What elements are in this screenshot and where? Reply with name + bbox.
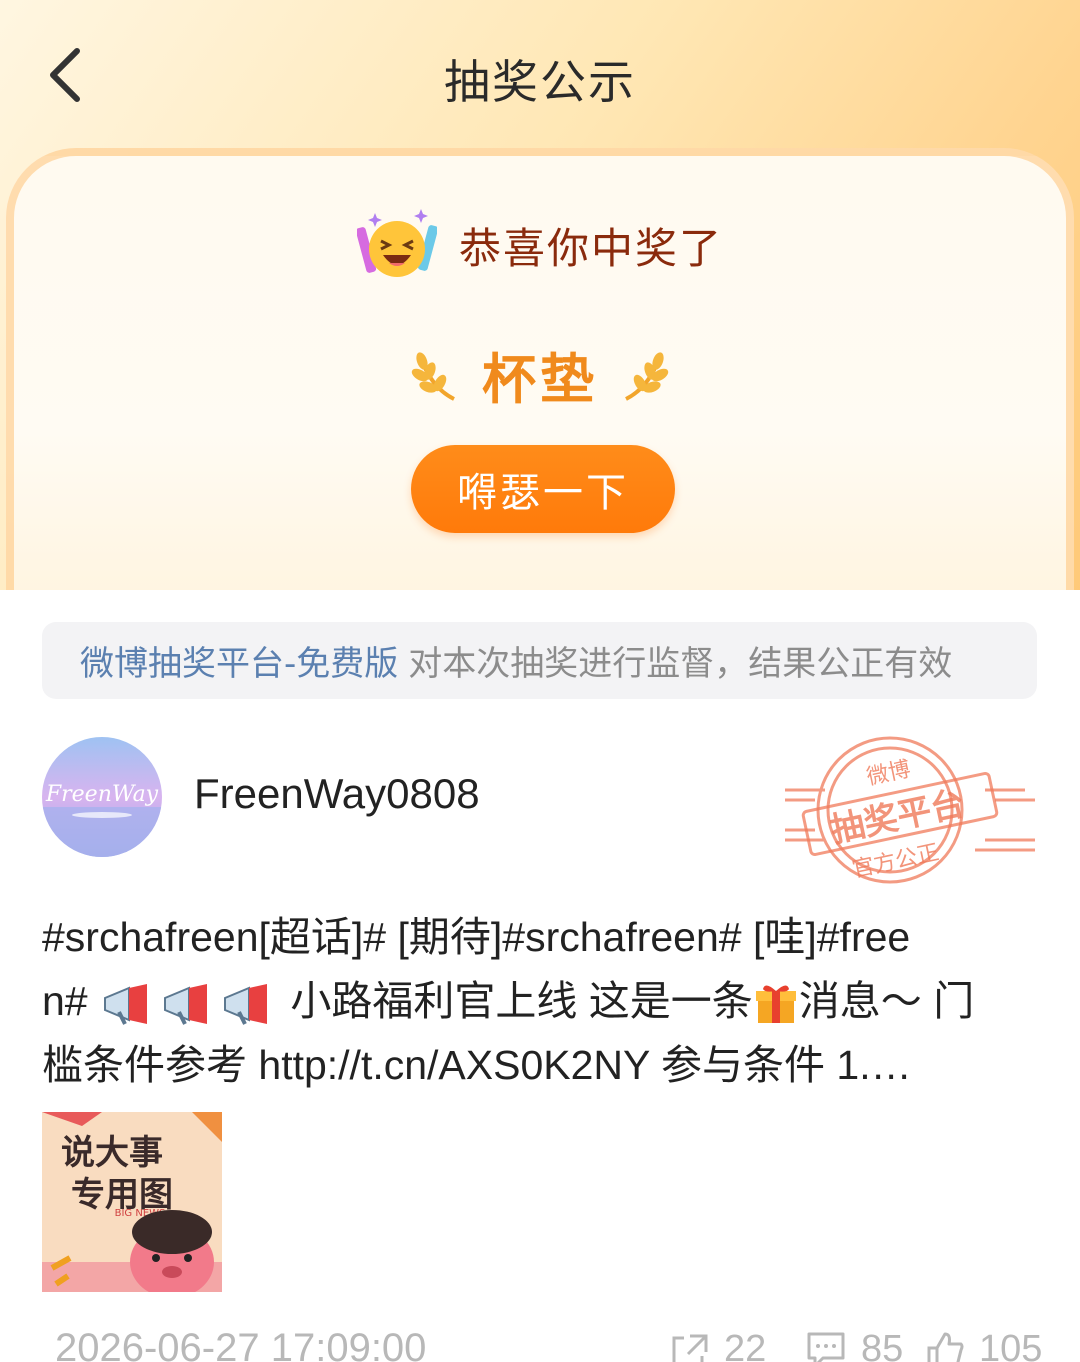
share-icon <box>672 1334 708 1362</box>
post-line-1: #srchafreen[超话]# [期待]#srchafreen# [哇]#fr… <box>42 914 911 960</box>
post-image[interactable]: 说大事 专用图 BIG NEWS <box>42 1112 222 1292</box>
svg-text:官方公正: 官方公正 <box>850 840 941 883</box>
navigation-bar: 抽奖公示 <box>0 0 1080 150</box>
platform-link[interactable]: 微博抽奖平台-免费版 <box>80 636 398 685</box>
official-stamp: 微博 抽奖平台 官方公正 <box>785 736 1035 884</box>
username[interactable]: FreenWay0808 <box>194 770 480 818</box>
post-content[interactable]: #srchafreen[超话]# [期待]#srchafreen# [哇]#fr… <box>42 905 1042 1097</box>
notice-text: 对本次抽奖进行监督，结果公正有效 <box>408 644 953 684</box>
gift-icon <box>755 985 796 1024</box>
wheat-laurel-right-icon <box>625 351 669 401</box>
congrats-text: 恭喜你中奖了 <box>458 223 723 273</box>
share-button[interactable]: 22 <box>670 1328 766 1362</box>
post-line-2: n# 小路福利官上线 这是一条 消息～ 门 <box>42 969 1042 1033</box>
megaphone-icon <box>104 984 268 1026</box>
show-off-button[interactable]: 嘚瑟一下 <box>411 445 675 533</box>
platform-notice: 微博抽奖平台-免费版 对本次抽奖进行监督，结果公正有效 <box>42 622 1037 699</box>
post-image-art: 说大事 专用图 BIG NEWS <box>42 1112 222 1292</box>
svg-text:FreenWay: FreenWay <box>45 782 159 807</box>
wheat-laurel-left-icon <box>411 351 455 401</box>
thumbs-up-icon <box>927 1332 964 1362</box>
post-footer: 2026-06-27 17:09:00 22 85 105 <box>0 1322 1080 1362</box>
page-title: 抽奖公示 <box>444 55 636 109</box>
svg-text:抽奖平台: 抽奖平台 <box>827 784 968 851</box>
like-count: 105 <box>979 1328 1043 1362</box>
comment-icon <box>807 1332 845 1362</box>
like-button[interactable]: 105 <box>925 1328 1042 1362</box>
post-time: 2026-06-27 17:09:00 <box>55 1326 427 1362</box>
comment-button[interactable]: 85 <box>805 1328 903 1362</box>
share-count: 22 <box>724 1328 767 1362</box>
avatar[interactable]: FreenWay <box>42 737 162 857</box>
laughing-party-emoji-icon <box>356 209 437 277</box>
post-text-segment: n# <box>42 978 88 1024</box>
post-text-segment: 小路福利官上线 这是一条 <box>290 978 753 1024</box>
avatar-image: FreenWay <box>42 737 162 857</box>
post-line-3: 槛条件参考 http://t.cn/AXS0K2NY 参与条件 1.… <box>42 1042 912 1088</box>
prize-row: 杯垫 <box>0 335 1080 414</box>
svg-text:说大事: 说大事 <box>61 1133 163 1173</box>
post-text-segment: 消息～ 门 <box>798 978 975 1024</box>
comment-count: 85 <box>861 1328 904 1362</box>
congrats-row: 恭喜你中奖了 <box>0 205 1080 285</box>
prize-name: 杯垫 <box>482 348 598 411</box>
svg-text:微博: 微博 <box>865 757 913 791</box>
